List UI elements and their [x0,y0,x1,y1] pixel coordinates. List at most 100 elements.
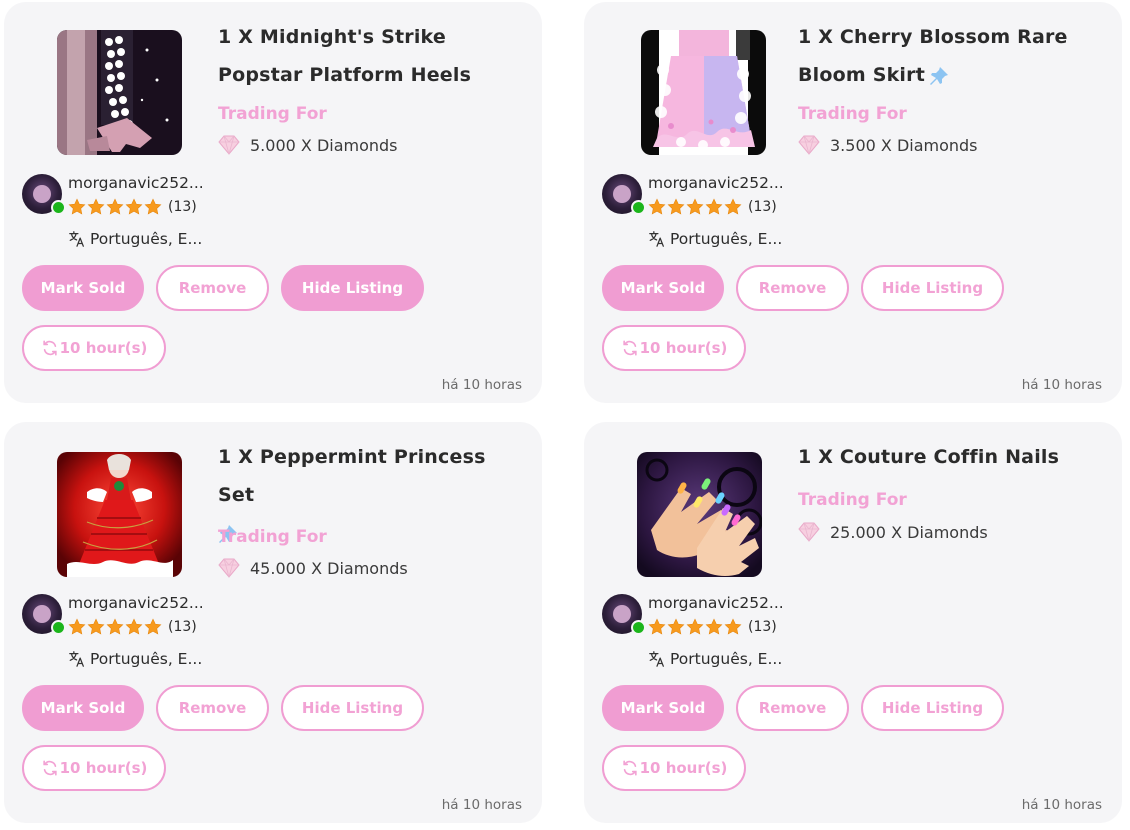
star-icon [705,618,723,636]
platform-heels-image [57,30,182,155]
star-icon [125,618,143,636]
price-row: 3.500 X Diamonds [798,134,978,156]
posted-time: há 10 horas [1021,377,1102,393]
online-status-dot [51,620,66,635]
listing-title[interactable]: 1 X Cherry Blossom Rare Bloom Skirt [798,18,1108,94]
duration-button[interactable]: 10 hour(s) [22,325,166,371]
posted-time: há 10 horas [441,377,522,393]
duration-label: 10 hour(s) [639,759,728,777]
posted-time: há 10 horas [441,797,522,813]
translate-icon [68,650,86,668]
price-row: 5.000 X Diamonds [218,134,398,156]
posted-time: há 10 horas [1021,797,1102,813]
hide-listing-button[interactable]: Hide Listing [861,685,1004,731]
star-icon [686,198,704,216]
remove-button[interactable]: Remove [736,265,849,311]
seller-languages: Português, E... [648,650,782,668]
price-row: 25.000 X Diamonds [798,521,988,543]
seller-username[interactable]: morganavic252... [648,594,784,612]
seller-username[interactable]: morganavic252... [648,174,784,192]
trading-for-label: Trading For [218,104,327,124]
seller-rating: (13) [68,198,197,216]
star-icon [144,198,162,216]
price-text: 25.000 X Diamonds [830,522,988,542]
remove-button[interactable]: Remove [156,685,269,731]
listing-card: 1 X Cherry Blossom Rare Bloom Skirt Trad… [584,2,1122,403]
princess-dress-image [57,452,182,577]
duration-button[interactable]: 10 hour(s) [602,325,746,371]
seller-languages: Português, E... [68,230,202,248]
rating-count: (13) [168,619,197,635]
language-text: Português, E... [670,650,783,668]
star-icon [125,198,143,216]
trading-for-label: Trading For [218,527,327,547]
online-status-dot [631,620,646,635]
seller-languages: Português, E... [68,650,202,668]
translate-icon [648,230,666,248]
refresh-icon [621,759,639,777]
diamond-icon [798,134,820,156]
listing-card: 1 X Couture Coffin Nails Trading For 25.… [584,422,1122,823]
seller-rating: (13) [648,618,777,636]
seller-username[interactable]: morganavic252... [68,594,204,612]
star-icon [724,198,742,216]
mark-sold-button[interactable]: Mark Sold [602,265,724,311]
duration-label: 10 hour(s) [59,759,148,777]
listing-title[interactable]: 1 X Midnight's Strike Popstar Platform H… [218,18,528,94]
language-text: Português, E... [90,650,203,668]
remove-button[interactable]: Remove [736,685,849,731]
duration-label: 10 hour(s) [59,339,148,357]
star-icon [87,198,105,216]
listing-title[interactable]: 1 X Couture Coffin Nails [798,438,1108,476]
rating-count: (13) [748,199,777,215]
star-icon [667,198,685,216]
seller-username[interactable]: morganavic252... [68,174,204,192]
mark-sold-button[interactable]: Mark Sold [22,685,144,731]
star-icon [106,198,124,216]
price-text: 5.000 X Diamonds [250,135,398,155]
mark-sold-button[interactable]: Mark Sold [602,685,724,731]
price-text: 3.500 X Diamonds [830,135,978,155]
hide-listing-button[interactable]: Hide Listing [281,685,424,731]
star-icon [724,618,742,636]
online-status-dot [631,200,646,215]
duration-label: 10 hour(s) [639,339,728,357]
mark-sold-button[interactable]: Mark Sold [22,265,144,311]
duration-button[interactable]: 10 hour(s) [602,745,746,791]
price-text: 45.000 X Diamonds [250,558,408,578]
translate-icon [648,650,666,668]
star-icon [87,618,105,636]
star-icon [667,618,685,636]
rating-count: (13) [168,199,197,215]
star-icon [68,198,86,216]
rating-count: (13) [748,619,777,635]
language-text: Português, E... [90,230,203,248]
refresh-icon [621,339,639,357]
listing-card: 1 X Midnight's Strike Popstar Platform H… [4,2,542,403]
language-text: Português, E... [670,230,783,248]
bloom-skirt-image [641,30,766,155]
seller-rating: (13) [68,618,197,636]
online-status-dot [51,200,66,215]
duration-button[interactable]: 10 hour(s) [22,745,166,791]
trading-for-label: Trading For [798,104,907,124]
trading-for-label: Trading For [798,490,907,510]
star-icon [705,198,723,216]
diamond-icon [798,521,820,543]
hide-listing-button[interactable]: Hide Listing [281,265,424,311]
seller-languages: Português, E... [648,230,782,248]
diamond-icon [218,134,240,156]
pin-icon [929,66,949,86]
remove-button[interactable]: Remove [156,265,269,311]
price-row: 45.000 X Diamonds [218,557,408,579]
star-icon [106,618,124,636]
translate-icon [68,230,86,248]
hide-listing-button[interactable]: Hide Listing [861,265,1004,311]
star-icon [144,618,162,636]
diamond-icon [218,557,240,579]
refresh-icon [41,339,59,357]
star-icon [648,198,666,216]
coffin-nails-image [637,452,762,577]
listing-card: 1 X Peppermint Princess Set Trading For … [4,422,542,823]
star-icon [686,618,704,636]
